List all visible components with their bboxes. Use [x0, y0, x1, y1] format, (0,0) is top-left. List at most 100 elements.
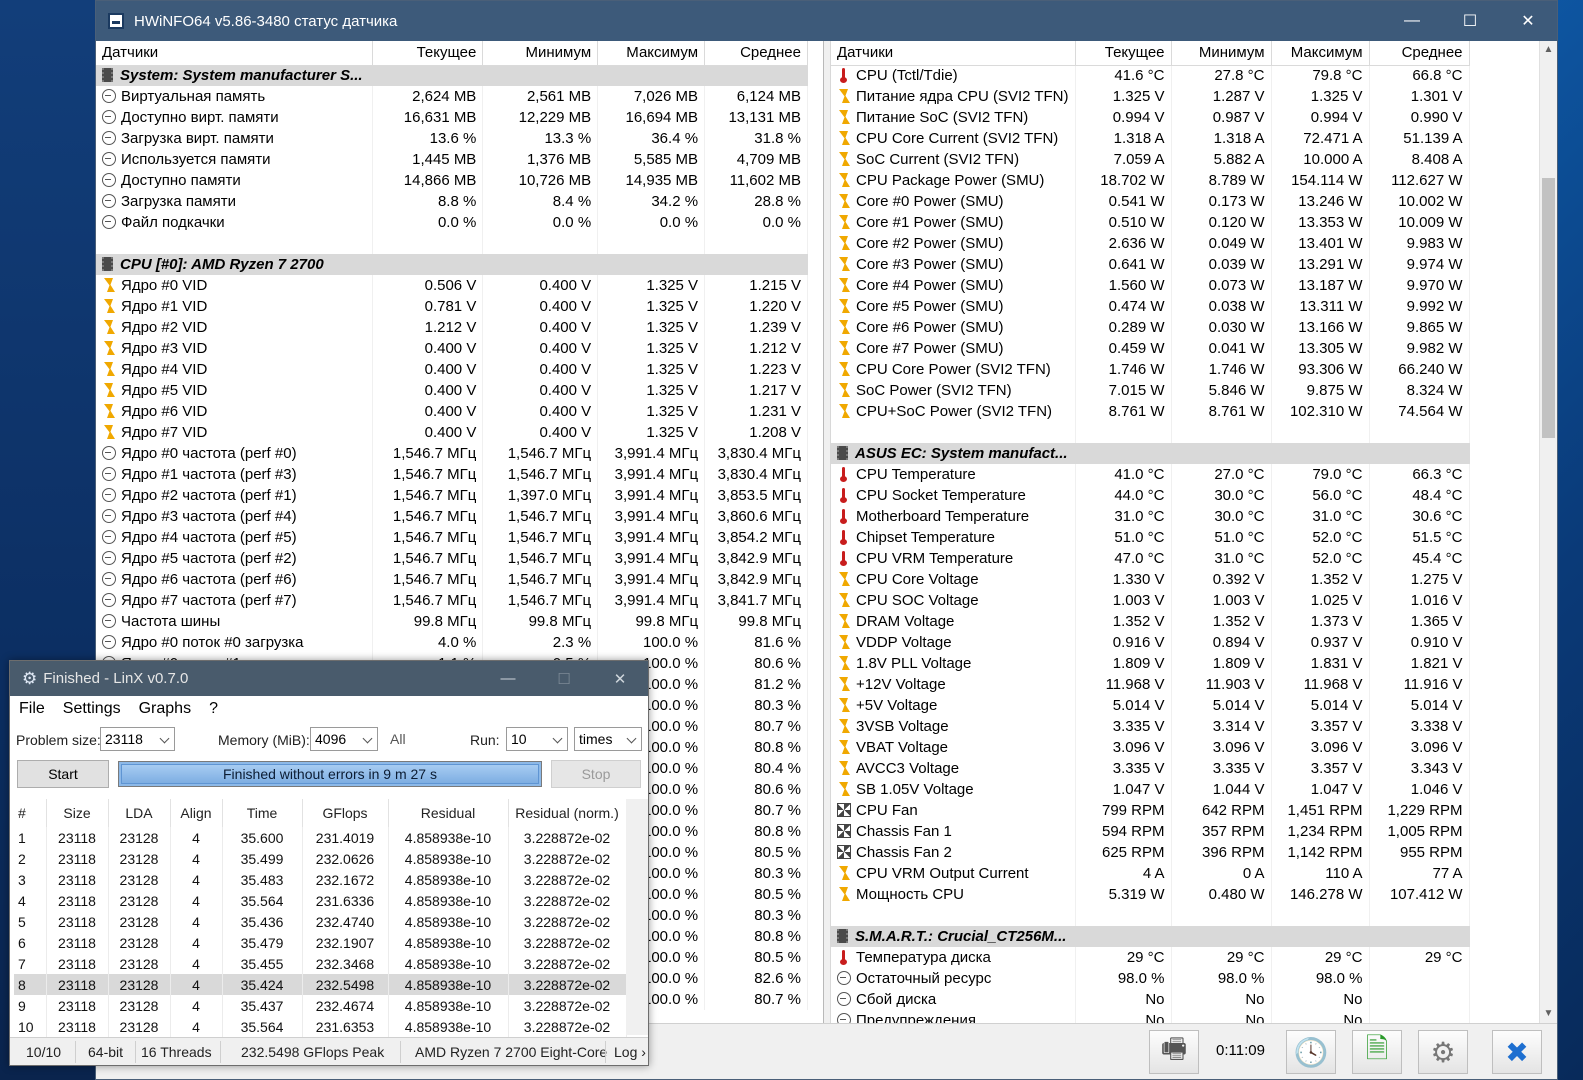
- sensor-row[interactable]: Ядро #6 VID 0.400 V 0.400 V 1.325 V 1.231 V: [96, 401, 808, 422]
- vertical-scrollbar[interactable]: ▲ ▼: [1539, 41, 1557, 1023]
- sensor-row[interactable]: Chassis Fan 2 625 RPM 396 RPM 1,142 RPM 955 …: [831, 842, 1470, 863]
- sensor-row[interactable]: Ядро #5 VID 0.400 V 0.400 V 1.325 V 1.217 V: [96, 380, 808, 401]
- sensor-row[interactable]: Core #4 Power (SMU) 1.560 W 0.073 W 13.187 …: [831, 275, 1470, 296]
- col-header-time[interactable]: Time: [222, 799, 303, 827]
- sensor-row[interactable]: Загрузка вирт. памяти 13.6 % 13.3 % 36.4 % 3…: [96, 128, 808, 149]
- sensor-row[interactable]: DRAM Voltage 1.352 V 1.352 V 1.373 V 1.365 V: [831, 611, 1470, 632]
- maximize-button[interactable]: ☐: [536, 661, 592, 696]
- sensor-row[interactable]: Виртуальная память 2,624 MB 2,561 MB 7,026 …: [96, 86, 808, 107]
- col-header-max[interactable]: Максимум: [597, 41, 706, 66]
- run-unit-combo[interactable]: times: [574, 727, 642, 751]
- result-row[interactable]: 8 23118 23128 4 35.424 232.5498 4.858938e-10 3.…: [14, 974, 627, 995]
- sensor-row[interactable]: Ядро #4 VID 0.400 V 0.400 V 1.325 V 1.223 V: [96, 359, 808, 380]
- sensor-row[interactable]: Chipset Temperature 51.0 °C 51.0 °C 52.0 °C…: [831, 527, 1470, 548]
- sensor-row[interactable]: CPU (Tctl/Tdie) 41.6 °C 27.8 °C 79.8 °C 66.8…: [831, 65, 1470, 86]
- sensor-row[interactable]: Мощность CPU 5.319 W 0.480 W 146.278 W 107.4…: [831, 884, 1470, 905]
- pane-splitter[interactable]: [823, 41, 831, 1023]
- sensor-row[interactable]: Ядро #3 VID 0.400 V 0.400 V 1.325 V 1.212 V: [96, 338, 808, 359]
- sensor-row[interactable]: SoC Power (SVI2 TFN) 7.015 W 5.846 W 9.875 …: [831, 380, 1470, 401]
- sensor-row[interactable]: Доступно вирт. памяти 16,631 MB 12,229 MB 1…: [96, 107, 808, 128]
- close-button[interactable]: ✕: [1499, 1, 1557, 41]
- col-header-index[interactable]: #: [14, 799, 47, 827]
- problem-size-combo[interactable]: 23118: [100, 727, 175, 751]
- sensor-row[interactable]: Core #6 Power (SMU) 0.289 W 0.030 W 13.166 …: [831, 317, 1470, 338]
- close-x-icon[interactable]: ✖: [1492, 1030, 1542, 1074]
- sensor-row[interactable]: CPU SOC Voltage 1.003 V 1.003 V 1.025 V 1.01…: [831, 590, 1470, 611]
- add-report-icon[interactable]: 🗎: [1352, 1030, 1402, 1074]
- col-header-align[interactable]: Align: [170, 799, 223, 827]
- sensor-row[interactable]: Сбой диска No No No: [831, 989, 1470, 1010]
- sensor-row[interactable]: Предупреждения No No No: [831, 1010, 1470, 1023]
- scroll-up-arrow-icon[interactable]: ▲: [1540, 41, 1557, 59]
- sensor-row[interactable]: CPU Fan 799 RPM 642 RPM 1,451 RPM 1,229 RPM: [831, 800, 1470, 821]
- sensor-row[interactable]: Ядро #3 частота (perf #4) 1,546.7 МГц 1,54…: [96, 506, 808, 527]
- sensor-row[interactable]: Ядро #6 частота (perf #6) 1,546.7 МГц 1,54…: [96, 569, 808, 590]
- sensor-row[interactable]: Загрузка памяти 8.8 % 8.4 % 34.2 % 28.8 %: [96, 191, 808, 212]
- sensor-row[interactable]: VBAT Voltage 3.096 V 3.096 V 3.096 V 3.096 V: [831, 737, 1470, 758]
- menu-help[interactable]: ?: [200, 700, 227, 718]
- result-row[interactable]: 6 23118 23128 4 35.479 232.1907 4.858938e-10 3.…: [14, 932, 627, 953]
- result-row[interactable]: 3 23118 23128 4 35.483 232.1672 4.858938e-10 3.…: [14, 869, 627, 890]
- sensor-row[interactable]: Ядро #2 VID 1.212 V 0.400 V 1.325 V 1.239 V: [96, 317, 808, 338]
- sensor-row[interactable]: CPU+SoC Power (SVI2 TFN) 8.761 W 8.761 W 10…: [831, 401, 1470, 422]
- sensor-row[interactable]: 1.8V PLL Voltage 1.809 V 1.809 V 1.831 V 1.8…: [831, 653, 1470, 674]
- sensor-row[interactable]: Питание ядра CPU (SVI2 TFN) 1.325 V 1.287 …: [831, 86, 1470, 107]
- sensor-row[interactable]: VDDP Voltage 0.916 V 0.894 V 0.937 V 0.910 V: [831, 632, 1470, 653]
- menu-file[interactable]: File: [10, 700, 54, 718]
- col-header-current[interactable]: Текущее: [372, 41, 484, 66]
- sensor-row[interactable]: Motherboard Temperature 31.0 °C 30.0 °C 31.…: [831, 506, 1470, 527]
- col-header-residual-norm[interactable]: Residual (norm.): [508, 799, 627, 827]
- sensor-row[interactable]: Ядро #4 частота (perf #5) 1,546.7 МГц 1,54…: [96, 527, 808, 548]
- sensor-row[interactable]: Ядро #2 частота (perf #1) 1,546.7 МГц 1,39…: [96, 485, 808, 506]
- sensor-group-header[interactable]: S.M.A.R.T.: Crucial_CT256M...: [831, 926, 1470, 947]
- results-scrollbar[interactable]: [626, 799, 648, 1035]
- sensor-row[interactable]: Файл подкачки 0.0 % 0.0 % 0.0 % 0.0 %: [96, 212, 808, 233]
- sensor-row[interactable]: Ядро #0 поток #0 загрузка 4.0 % 2.3 % 100.0…: [96, 632, 808, 653]
- sensor-group-header[interactable]: System: System manufacturer S...: [96, 65, 808, 86]
- clock-reset-icon[interactable]: 🕓: [1286, 1030, 1336, 1074]
- sensor-row[interactable]: Частота шины 99.8 МГц 99.8 МГц 99.8 МГц 99.8…: [96, 611, 808, 632]
- sensor-row[interactable]: Остаточный ресурс 98.0 % 98.0 % 98.0 %: [831, 968, 1470, 989]
- result-row[interactable]: 5 23118 23128 4 35.436 232.4740 4.858938e-10 3.…: [14, 911, 627, 932]
- hwinfo-titlebar[interactable]: HWiNFO64 v5.86-3480 статус датчика — ☐ ✕: [96, 1, 1557, 41]
- sensor-row[interactable]: 3VSB Voltage 3.335 V 3.314 V 3.357 V 3.338 V: [831, 716, 1470, 737]
- sensor-row[interactable]: CPU Socket Temperature 44.0 °C 30.0 °C 56.0…: [831, 485, 1470, 506]
- network-computers-icon[interactable]: 🖷: [1149, 1030, 1199, 1074]
- log-button[interactable]: Log ›: [614, 1044, 646, 1060]
- sensor-row[interactable]: Chassis Fan 1 594 RPM 357 RPM 1,234 RPM 1,00…: [831, 821, 1470, 842]
- sensor-row[interactable]: Core #2 Power (SMU) 2.636 W 0.049 W 13.401 …: [831, 233, 1470, 254]
- memory-all-checkbox[interactable]: All: [390, 731, 406, 747]
- start-button[interactable]: Start: [17, 760, 109, 788]
- maximize-button[interactable]: ☐: [1441, 1, 1499, 41]
- run-count-combo[interactable]: 10: [506, 727, 568, 751]
- col-header-lda[interactable]: LDA: [108, 799, 171, 827]
- sensor-row[interactable]: Ядро #1 VID 0.781 V 0.400 V 1.325 V 1.220 V: [96, 296, 808, 317]
- sensor-row[interactable]: +12V Voltage 11.968 V 11.903 V 11.968 V 11.9…: [831, 674, 1470, 695]
- sensor-row[interactable]: Ядро #0 VID 0.506 V 0.400 V 1.325 V 1.215 V: [96, 275, 808, 296]
- sensor-row[interactable]: Core #5 Power (SMU) 0.474 W 0.038 W 13.311 …: [831, 296, 1470, 317]
- sensor-row[interactable]: Core #1 Power (SMU) 0.510 W 0.120 W 13.353 …: [831, 212, 1470, 233]
- menu-graphs[interactable]: Graphs: [130, 700, 200, 718]
- col-header-sensor[interactable]: Датчики: [96, 41, 374, 66]
- sensor-group-header[interactable]: CPU [#0]: AMD Ryzen 7 2700: [96, 254, 808, 275]
- result-row[interactable]: 1 23118 23128 4 35.600 231.4019 4.858938e-10 3.…: [14, 827, 627, 848]
- sensor-row[interactable]: Используется памяти 1,445 MB 1,376 MB 5,585…: [96, 149, 808, 170]
- col-header-size[interactable]: Size: [46, 799, 109, 827]
- sensor-row[interactable]: Core #3 Power (SMU) 0.641 W 0.039 W 13.291 …: [831, 254, 1470, 275]
- sensor-row[interactable]: CPU Core Voltage 1.330 V 0.392 V 1.352 V 1.2…: [831, 569, 1470, 590]
- sensor-row[interactable]: Ядро #1 частота (perf #3) 1,546.7 МГц 1,54…: [96, 464, 808, 485]
- col-header-residual[interactable]: Residual: [388, 799, 509, 827]
- sensor-row[interactable]: SoC Current (SVI2 TFN) 7.059 A 5.882 A 10.0…: [831, 149, 1470, 170]
- result-row[interactable]: 9 23118 23128 4 35.437 232.4674 4.858938e-10 3.…: [14, 995, 627, 1016]
- sensors-pane-right[interactable]: Датчики Текущее Минимум Максимум Среднее…: [831, 41, 1541, 1023]
- menu-settings[interactable]: Settings: [54, 700, 130, 718]
- col-header-current[interactable]: Текущее: [1075, 41, 1172, 66]
- col-header-gflops[interactable]: GFlops: [302, 799, 389, 827]
- col-header-sensor[interactable]: Датчики: [831, 41, 1076, 66]
- sensor-row[interactable]: Ядро #7 частота (perf #7) 1,546.7 МГц 1,54…: [96, 590, 808, 611]
- sensor-row[interactable]: Core #7 Power (SMU) 0.459 W 0.041 W 13.305 …: [831, 338, 1470, 359]
- result-row[interactable]: 10 23118 23128 4 35.564 231.6353 4.858938e-10 3…: [14, 1016, 627, 1037]
- result-row[interactable]: 7 23118 23128 4 35.455 232.3468 4.858938e-10 3.…: [14, 953, 627, 974]
- sensor-row[interactable]: CPU Temperature 41.0 °C 27.0 °C 79.0 °C 66.3…: [831, 464, 1470, 485]
- sensor-row[interactable]: CPU Core Current (SVI2 TFN) 1.318 A 1.318 …: [831, 128, 1470, 149]
